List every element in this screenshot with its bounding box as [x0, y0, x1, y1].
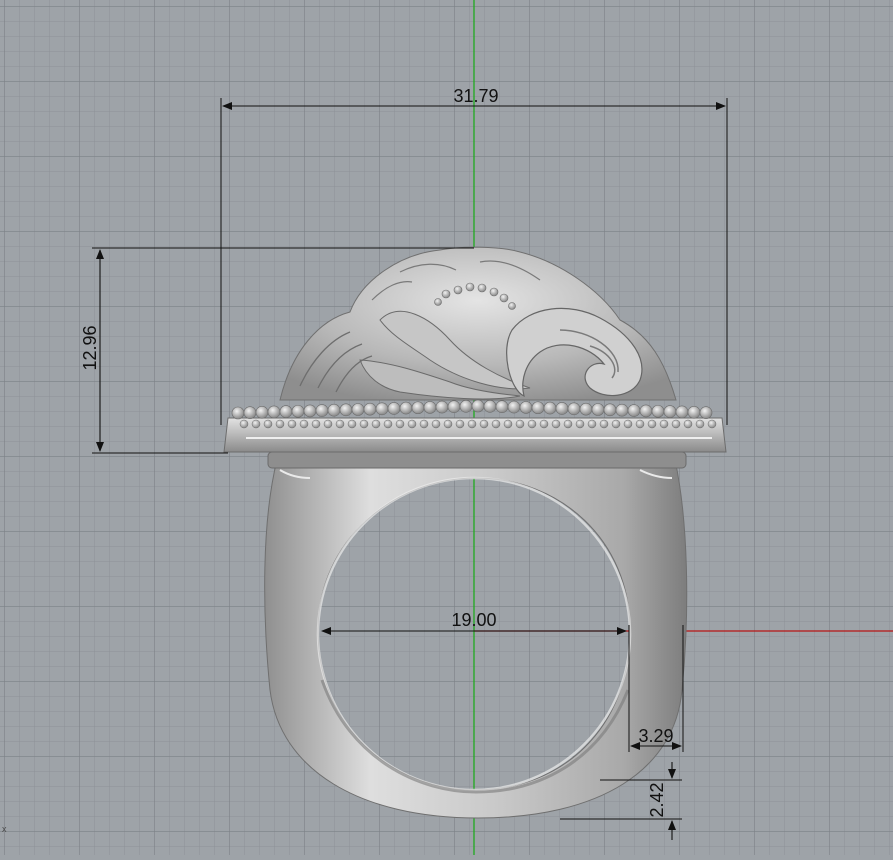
bezel-bead-small	[383, 419, 393, 429]
bezel-bead-small	[503, 419, 513, 429]
bezel-bead-small	[707, 419, 717, 429]
viewport-canvas[interactable]: 31.79 12.96 19.00 3.29 2.42	[0, 0, 893, 855]
bezel-bead	[459, 400, 473, 413]
bezel-bead	[603, 403, 617, 417]
dimension-label: 31.79	[453, 86, 498, 106]
bezel-bead-small	[623, 419, 633, 429]
bezel-bead	[339, 403, 353, 417]
bezel-bead-small	[239, 419, 249, 429]
bezel-bead-small	[287, 419, 297, 429]
bezel-bead-small	[659, 419, 669, 429]
front-viewport[interactable]: 31.79 12.96 19.00 3.29 2.42 x	[0, 0, 893, 855]
bezel-bead-small	[647, 419, 657, 429]
bezel-bead	[447, 400, 461, 414]
bezel-bead	[615, 403, 629, 417]
bezel-bead	[531, 401, 545, 415]
bezel-bead	[675, 405, 689, 419]
bezel-bead-small	[515, 419, 525, 429]
bezel-bead	[435, 400, 449, 414]
bezel-bead-small	[263, 419, 273, 429]
bezel-bead	[411, 401, 425, 415]
bezel-bead-small	[695, 419, 705, 429]
bezel-bead-small	[455, 419, 465, 429]
bezel-bead-small	[527, 419, 537, 429]
bezel-bead-small	[335, 419, 345, 429]
bezel-bead	[351, 403, 365, 416]
bezel-bead-small	[599, 419, 609, 429]
bezel-bead-small	[275, 419, 285, 429]
dimension-label: 2.42	[647, 782, 667, 817]
axis-indicator: x	[2, 824, 7, 834]
bezel-bead	[495, 400, 509, 414]
bezel-bead	[639, 404, 653, 418]
bezel-bead	[423, 401, 437, 414]
bezel-bead	[579, 402, 593, 416]
bezel-bead	[303, 404, 317, 418]
bezel-bead	[507, 400, 521, 414]
bezel-bead-small	[491, 419, 501, 429]
bezel-bead	[651, 404, 665, 418]
bezel-bead-small	[671, 419, 681, 429]
bezel-bead-small	[563, 419, 573, 429]
bezel-bead	[663, 405, 677, 418]
bezel-bead-small	[467, 419, 477, 429]
bezel-bead-small	[575, 419, 585, 429]
bezel-bead	[567, 402, 581, 416]
bezel-bead-small	[539, 419, 549, 429]
bezel-bead-small	[551, 419, 561, 429]
dimension-label: 3.29	[638, 726, 673, 746]
bezel-bead	[627, 404, 641, 417]
bezel-bead	[231, 406, 245, 420]
bezel-bead-small	[347, 419, 357, 429]
bezel-bead	[471, 399, 485, 413]
bezel-bead-small	[311, 419, 321, 429]
bezel-bead	[375, 402, 389, 416]
bezel-bead-small	[443, 419, 453, 429]
bezel-bead-small	[611, 419, 621, 429]
bezel-bead-small	[371, 419, 381, 429]
bezel-bead	[255, 405, 269, 419]
bezel-bead	[519, 401, 533, 414]
bezel-bead	[543, 401, 557, 415]
bezel-bead	[267, 405, 281, 419]
bezel-bead	[483, 400, 497, 413]
bezel-bead-small	[635, 419, 645, 429]
bezel-bead-small	[299, 419, 309, 429]
bezel-bead-small	[419, 419, 429, 429]
bezel-bead	[279, 405, 293, 418]
bezel-bead	[243, 406, 257, 419]
bezel-underside	[267, 451, 687, 469]
bezel-bead-small	[395, 419, 405, 429]
dimension-label: 12.96	[80, 325, 100, 370]
bezel-bead-small	[479, 419, 489, 429]
bezel-bead	[291, 404, 305, 418]
bezel-bead	[387, 402, 401, 415]
bezel-bead-small	[587, 419, 597, 429]
dimension-label: 19.00	[451, 610, 496, 630]
bezel-bead	[363, 402, 377, 416]
bezel-bead	[555, 402, 569, 415]
bezel-bead	[315, 404, 329, 417]
bezel-bead-small	[431, 419, 441, 429]
bezel-bead-small	[251, 419, 261, 429]
bezel-bead	[591, 403, 605, 416]
bezel-bead	[687, 405, 701, 419]
bezel-bead-small	[407, 419, 417, 429]
bezel-bead	[399, 401, 413, 415]
bezel-bead-small	[323, 419, 333, 429]
bezel-bead	[699, 406, 713, 419]
bezel-bead-small	[359, 419, 369, 429]
bezel-bead-small	[683, 419, 693, 429]
bezel-bead	[327, 403, 341, 417]
